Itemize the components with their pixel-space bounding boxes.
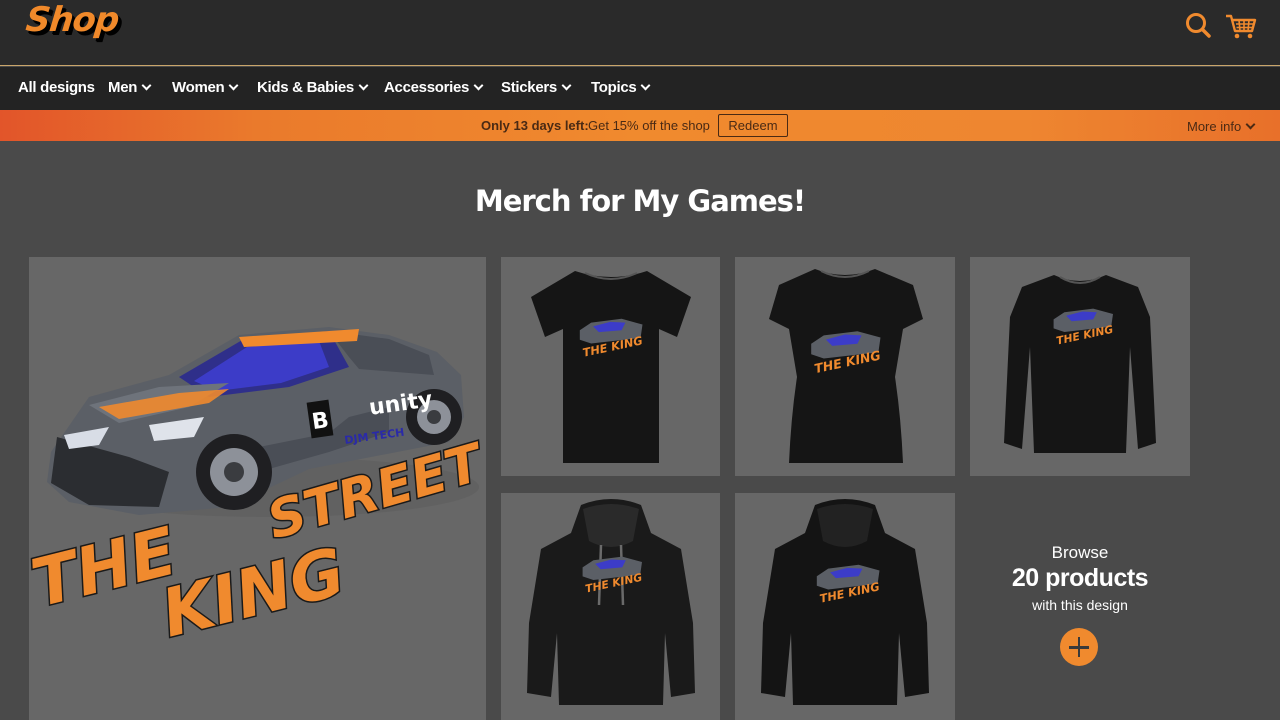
chevron-down-icon: [640, 80, 651, 91]
chevron-down-icon: [561, 80, 572, 91]
browse-label: Browse: [1051, 543, 1109, 562]
nav-item-men[interactable]: Men: [108, 79, 152, 96]
promo-offer: Get 15% off the shop: [588, 118, 710, 133]
chevron-down-icon: [473, 80, 484, 91]
site-header: Shop: [0, 0, 1280, 66]
promo-deadline: Only 13 days left:: [481, 118, 589, 133]
page-title: Merch for My Games!: [474, 184, 806, 218]
browse-products-card[interactable]: Browse 20 products with this design: [970, 493, 1190, 720]
design-line-king: KING: [154, 533, 352, 652]
nav-item-all-designs[interactable]: All designs: [18, 79, 95, 96]
product-hoodie-premium[interactable]: THE KING: [735, 493, 955, 720]
product-long-sleeve[interactable]: THE KING: [970, 257, 1190, 476]
nav-item-accessories[interactable]: Accessories: [384, 79, 484, 96]
nav-item-women[interactable]: Women: [172, 79, 239, 96]
promo-banner: Only 13 days left: Get 15% off the shop …: [0, 110, 1280, 141]
nav-item-stickers[interactable]: Stickers: [501, 79, 572, 96]
nav-item-kids-babies[interactable]: Kids & Babies: [257, 79, 369, 96]
cart-icon[interactable]: [1224, 8, 1258, 42]
browse-count: 20 products: [1011, 564, 1149, 592]
nav-item-topics[interactable]: Topics: [591, 79, 651, 96]
design-image[interactable]: B unity DJM TECH STREET THE KING: [29, 257, 486, 720]
car-badge-text: B: [310, 408, 330, 435]
chevron-down-icon: [141, 80, 152, 91]
product-tshirt-men[interactable]: THE KING: [501, 257, 720, 476]
product-hoodie-men[interactable]: THE KING: [501, 493, 720, 720]
chevron-down-icon: [358, 80, 369, 91]
browse-subtitle: with this design: [1032, 597, 1128, 613]
chevron-down-icon: [1245, 119, 1256, 130]
plus-icon[interactable]: [1060, 628, 1098, 666]
redeem-button[interactable]: Redeem: [718, 114, 788, 137]
product-tshirt-women[interactable]: THE KING: [735, 257, 955, 476]
search-icon[interactable]: [1182, 8, 1216, 42]
shop-logo[interactable]: Shop: [24, 0, 121, 40]
chevron-down-icon: [228, 80, 239, 91]
main-nav: All designs Men Women Kids & Babies Acce…: [0, 67, 1280, 110]
more-info-link[interactable]: More info: [1187, 119, 1256, 134]
